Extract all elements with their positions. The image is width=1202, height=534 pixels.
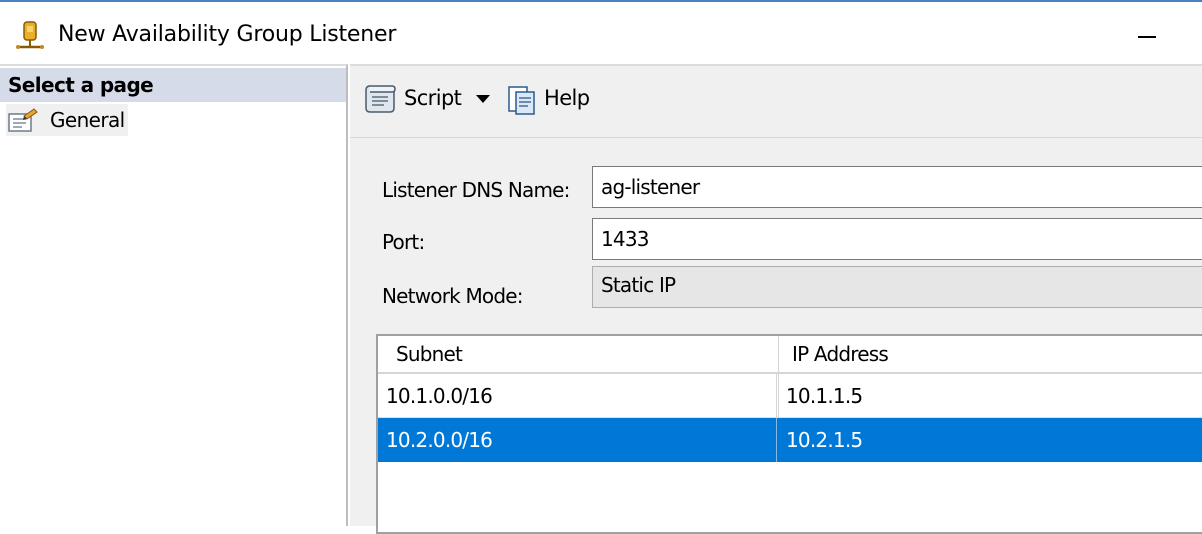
- window-title: New Availability Group Listener: [58, 22, 397, 47]
- subnet-cell: 10.1.0.0/16: [386, 384, 493, 408]
- sidebar-item-general[interactable]: General: [6, 104, 128, 136]
- title-bar[interactable]: New Availability Group Listener: [0, 2, 1202, 64]
- select-page-header: Select a page: [0, 68, 346, 102]
- cell-divider: [776, 374, 777, 418]
- help-label: Help: [544, 86, 590, 110]
- port-label: Port:: [382, 230, 425, 254]
- grid-header: Subnet IP Address: [378, 336, 1202, 374]
- dns-name-label: Listener DNS Name:: [382, 178, 570, 202]
- table-row[interactable]: 10.1.0.0/16 10.1.1.5: [378, 374, 1202, 418]
- properties-page-icon: [8, 108, 38, 132]
- toolbar: Script Help: [350, 64, 1202, 138]
- ip-address-grid[interactable]: Subnet IP Address 10.1.0.0/16 10.1.1.5 1…: [376, 334, 1202, 534]
- table-row-selected[interactable]: 10.2.0.0/16 10.2.1.5: [378, 418, 1202, 462]
- cell-divider: [776, 418, 777, 462]
- ip-address-cell: 10.1.1.5: [786, 384, 863, 408]
- network-mode-select[interactable]: Static IP: [592, 266, 1202, 308]
- network-mode-label: Network Mode:: [382, 284, 524, 308]
- help-icon: [508, 86, 535, 115]
- network-mode-value: Static IP: [601, 273, 676, 297]
- page-selector-pane: Select a page General: [0, 64, 348, 526]
- sidebar-item-label: General: [50, 108, 125, 132]
- dns-name-input[interactable]: [592, 166, 1202, 208]
- minimize-button[interactable]: [1126, 16, 1166, 52]
- help-button[interactable]: Help: [506, 80, 596, 120]
- column-header-subnet[interactable]: Subnet: [396, 336, 463, 372]
- script-button[interactable]: Script: [362, 80, 480, 120]
- ip-address-cell: 10.2.1.5: [786, 428, 863, 452]
- port-input[interactable]: [592, 218, 1202, 260]
- general-page-content: Listener DNS Name: Port: Network Mode: S…: [350, 138, 1202, 534]
- select-page-label: Select a page: [8, 73, 154, 97]
- script-label: Script: [404, 86, 462, 110]
- subnet-cell: 10.2.0.0/16: [386, 428, 493, 452]
- script-dropdown-arrow-icon[interactable]: [474, 92, 492, 106]
- availability-group-listener-icon: [16, 21, 44, 49]
- column-header-ip-address[interactable]: IP Address: [792, 336, 889, 372]
- script-icon: [365, 85, 396, 113]
